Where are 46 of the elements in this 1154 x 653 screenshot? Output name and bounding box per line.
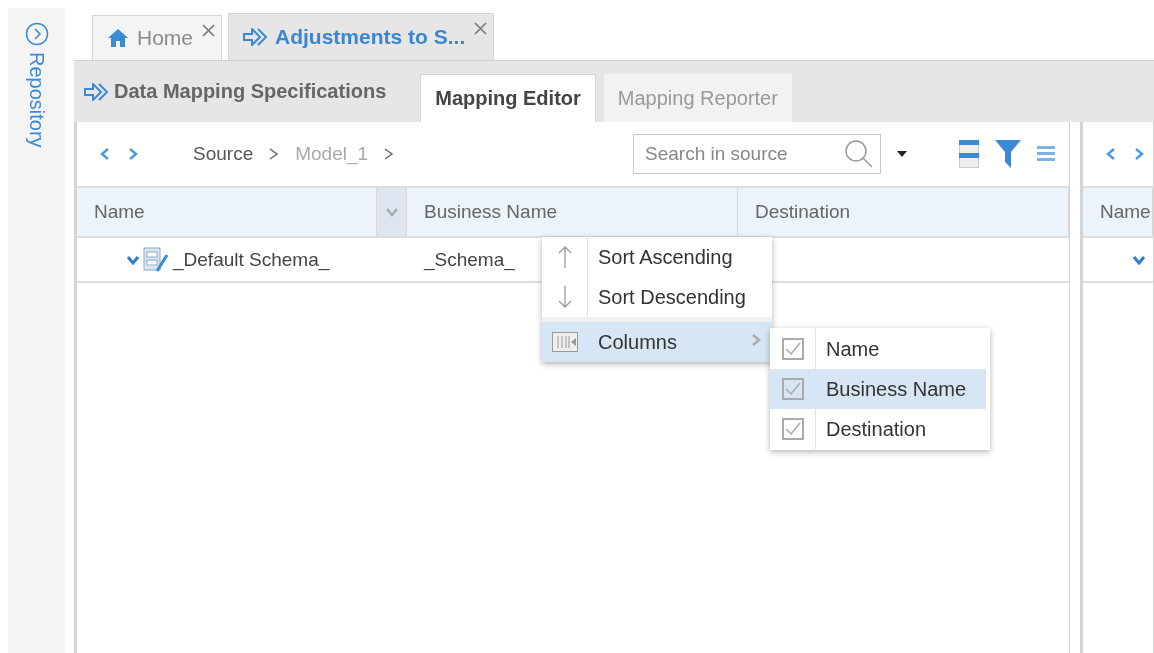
expand-circle-icon[interactable]: [24, 22, 49, 46]
breadcrumb-separator-icon: [269, 147, 280, 161]
back-icon[interactable]: [1105, 147, 1117, 161]
checkbox[interactable]: [781, 378, 804, 400]
view-tab[interactable]: Mapping Editor: [420, 74, 596, 122]
menu-item[interactable]: Business Name: [770, 369, 986, 409]
editor-tab[interactable]: Adjustments to S...: [228, 13, 495, 60]
schema-icon: [143, 246, 169, 273]
home-icon: [107, 28, 129, 48]
filter-icon[interactable]: [995, 140, 1021, 168]
editor-tab[interactable]: Home: [92, 15, 223, 60]
breadcrumb-item[interactable]: Source: [193, 143, 254, 165]
expand-chevron-icon[interactable]: [1133, 254, 1145, 265]
column-menu-toggle[interactable]: [377, 188, 407, 236]
arrow-up-icon: [557, 245, 572, 269]
menu-item[interactable]: Columns: [542, 317, 772, 362]
checkbox[interactable]: [781, 338, 804, 360]
column-header[interactable]: Destination: [738, 188, 1069, 236]
menu-item[interactable]: Sort Descending: [542, 277, 772, 317]
breadcrumb-separator-icon: [384, 147, 395, 161]
column-header[interactable]: Name: [1083, 188, 1153, 236]
layout-icon[interactable]: [959, 140, 979, 168]
close-icon[interactable]: [202, 24, 216, 37]
table-cell: _Default Schema_: [173, 248, 330, 271]
columns-icon: [551, 332, 578, 352]
search-icon[interactable]: [844, 139, 874, 169]
submenu-chevron-icon[interactable]: [750, 333, 762, 347]
expand-chevron-icon[interactable]: [127, 254, 139, 265]
back-icon[interactable]: [99, 147, 111, 161]
tab-label: Adjustments to S...: [275, 25, 466, 49]
mapping-arrow-icon: [243, 28, 268, 46]
document-title-text: Data Mapping Specifications: [114, 80, 387, 103]
menu-icon[interactable]: [1037, 144, 1055, 164]
tab-label: Home: [137, 26, 194, 50]
forward-icon[interactable]: [1133, 147, 1145, 161]
arrow-down-icon: [557, 285, 572, 309]
table-cell: _Schema_: [424, 248, 515, 271]
column-header[interactable]: Business Name: [407, 188, 738, 236]
search-field[interactable]: Search in source: [633, 134, 881, 174]
mapping-arrow-icon: [84, 82, 108, 101]
close-icon[interactable]: [474, 22, 488, 35]
repository-tab[interactable]: Repository: [25, 52, 48, 148]
dropdown-caret-icon[interactable]: [897, 151, 907, 157]
checkbox[interactable]: [781, 418, 804, 440]
menu-item[interactable]: Sort Ascending: [542, 237, 772, 277]
forward-icon[interactable]: [127, 147, 139, 161]
